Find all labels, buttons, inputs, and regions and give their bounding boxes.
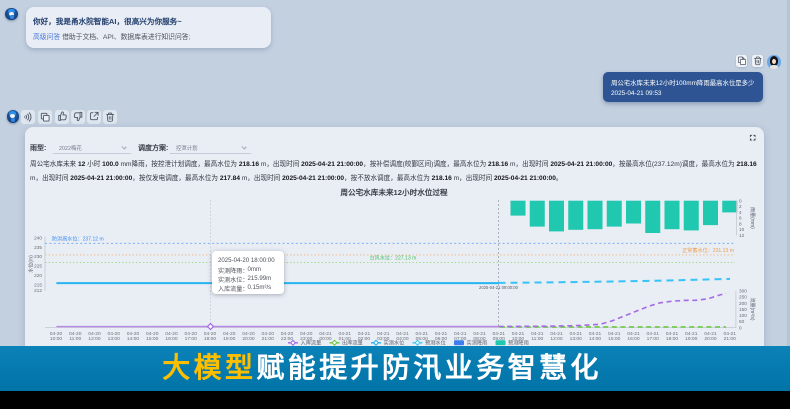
svg-text:水位(m): 水位(m) [28,255,35,273]
svg-text:04-21: 04-21 [723,331,736,337]
svg-text:04-21: 04-21 [646,331,659,337]
svg-text:04-20: 04-20 [242,331,255,337]
svg-text:04-21: 04-21 [396,331,409,337]
svg-text:300: 300 [739,289,747,294]
svg-text:4: 4 [739,210,742,215]
svg-text:防洪高水位：237.12 m: 防洪高水位：237.12 m [52,235,104,242]
svg-text:04-21: 04-21 [358,331,371,337]
svg-text:18:00: 18:00 [204,336,217,342]
svg-text:235: 235 [34,245,42,250]
svg-text:04-21: 04-21 [435,331,448,337]
svg-text:150: 150 [739,307,747,312]
svg-text:04-21: 04-21 [685,331,698,337]
svg-text:2025-04-21 09:00:00: 2025-04-21 09:00:00 [479,285,519,290]
svg-text:04-21: 04-21 [454,331,467,337]
svg-text:10: 10 [739,227,745,232]
svg-text:04-20: 04-20 [146,331,159,337]
svg-text:04-21: 04-21 [512,331,525,337]
svg-text:15:00: 15:00 [608,336,621,342]
svg-text:04-21: 04-21 [589,331,602,337]
svg-text:04-21: 04-21 [492,331,505,337]
svg-text:10:00: 10:00 [50,336,63,342]
svg-text:230: 230 [34,254,42,259]
svg-text:100: 100 [739,313,747,318]
svg-text:04-20: 04-20 [261,331,274,337]
svg-text:19:00: 19:00 [685,336,698,342]
svg-text:21:00: 21:00 [262,336,275,342]
svg-text:16:00: 16:00 [165,336,178,342]
svg-text:0: 0 [739,198,742,203]
svg-text:14:00: 14:00 [127,336,140,342]
svg-text:20:00: 20:00 [704,336,717,342]
svg-text:04-20: 04-20 [69,331,82,337]
svg-text:04-21: 04-21 [550,331,563,337]
svg-text:50: 50 [739,319,745,324]
svg-text:11:00: 11:00 [69,336,81,342]
svg-text:04-20: 04-20 [165,331,178,337]
svg-text:04-21: 04-21 [377,331,390,337]
svg-text:04-21: 04-21 [666,331,679,337]
svg-text:雨量(mm): 雨量(mm) [749,207,756,229]
svg-text:11:00: 11:00 [531,336,543,342]
svg-text:12: 12 [739,233,745,238]
svg-text:18:00: 18:00 [666,336,679,342]
svg-text:16:00: 16:00 [627,336,640,342]
svg-text:250: 250 [739,295,747,300]
svg-text:04-20: 04-20 [300,331,313,337]
svg-text:17:00: 17:00 [185,336,198,342]
svg-text:04-21: 04-21 [338,331,351,337]
svg-text:04-20: 04-20 [107,331,120,337]
svg-text:13:00: 13:00 [108,336,121,342]
svg-text:台风水位：227.13 m: 台风水位：227.13 m [370,255,417,262]
svg-text:6: 6 [739,216,742,221]
svg-text:12:00: 12:00 [550,336,563,342]
svg-text:04-21: 04-21 [704,331,717,337]
svg-text:周公宅水库未来12小时水位过程: 周公宅水库未来12小时水位过程 [340,187,448,197]
svg-text:14:00: 14:00 [589,336,602,342]
svg-text:04-20: 04-20 [127,331,140,337]
svg-text:04-21: 04-21 [569,331,582,337]
svg-text:正常蓄水位：231.13 m: 正常蓄水位：231.13 m [682,247,734,254]
svg-text:04-20: 04-20 [88,331,101,337]
svg-text:12:00: 12:00 [88,336,101,342]
svg-text:流量(m³/s): 流量(m³/s) [749,297,756,320]
svg-text:8: 8 [739,221,742,226]
svg-text:04-20: 04-20 [223,331,236,337]
svg-text:04-20: 04-20 [281,331,294,337]
svg-text:17:00: 17:00 [647,336,660,342]
svg-text:215: 215 [34,282,42,287]
svg-text:21:00: 21:00 [724,336,737,342]
svg-text:04-20: 04-20 [184,331,197,337]
svg-text:13:00: 13:00 [570,336,583,342]
svg-text:15:00: 15:00 [146,336,159,342]
svg-text:04-20: 04-20 [204,331,217,337]
svg-text:04-20: 04-20 [50,331,63,337]
svg-text:04-21: 04-21 [319,331,332,337]
svg-text:240: 240 [34,235,42,240]
svg-text:2: 2 [739,204,742,209]
svg-text:200: 200 [739,301,747,306]
svg-text:0: 0 [739,325,742,330]
svg-text:04-21: 04-21 [608,331,621,337]
svg-text:04-21: 04-21 [473,331,486,337]
svg-text:20:00: 20:00 [242,336,255,342]
svg-text:212: 212 [34,288,42,293]
svg-text:04-21: 04-21 [531,331,544,337]
svg-text:04-21: 04-21 [415,331,428,337]
svg-text:220: 220 [34,273,42,278]
svg-text:225: 225 [34,264,42,269]
svg-text:04-21: 04-21 [627,331,640,337]
svg-text:19:00: 19:00 [223,336,236,342]
